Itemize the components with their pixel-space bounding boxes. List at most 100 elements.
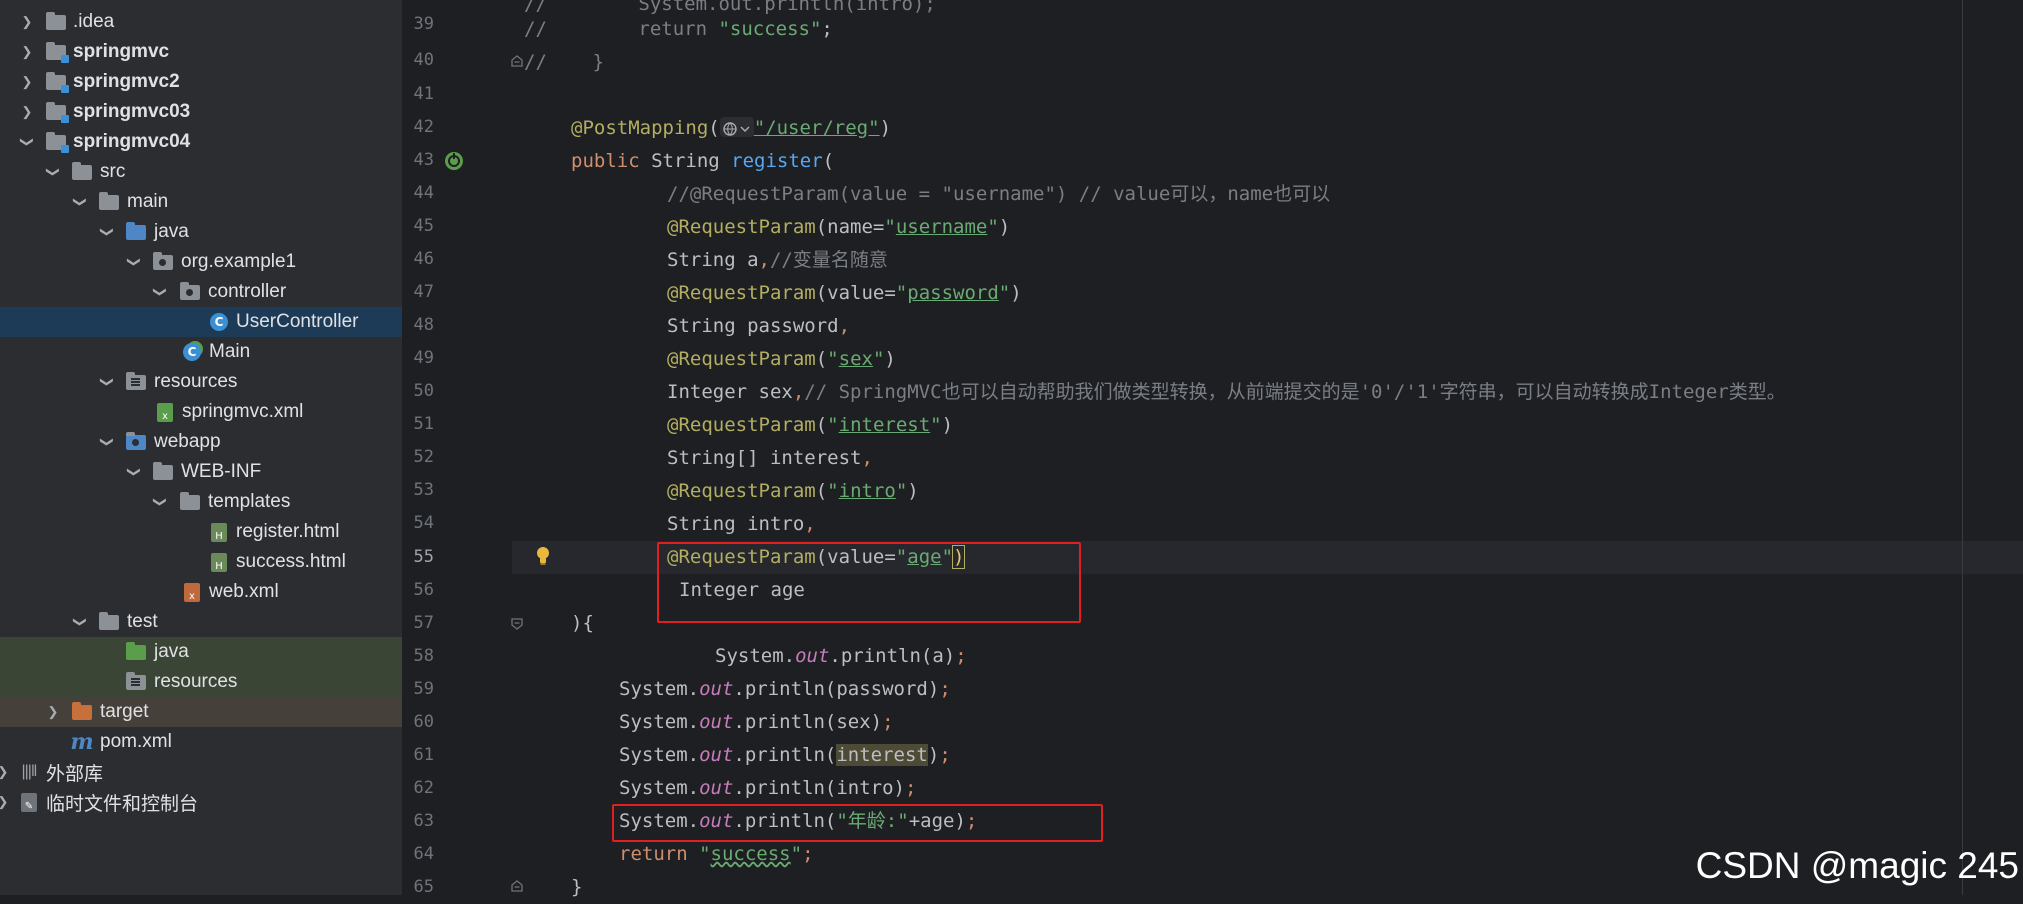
code-token: System. [619,777,700,799]
tree-item-label: java [154,221,189,242]
tree-item-org-example1[interactable]: ❯ org.example1 [0,247,402,277]
tree-item-resources[interactable]: ❯ resources [0,367,402,397]
tree-item-main[interactable]: ❯ main [0,187,402,217]
chevron-down-icon[interactable]: ❯ [153,285,168,299]
chevron-down-icon[interactable]: ❯ [127,465,142,479]
tree-item-springmvc-xml[interactable]: x springmvc.xml [0,397,402,427]
tree-item-success-html[interactable]: H success.html [0,547,402,577]
line-number: 39 [413,14,434,34]
code-token: ; [802,843,814,865]
code-token: .println( [733,744,837,766]
tree-item-label: springmvc04 [73,131,191,152]
tree-item-label: 临时文件和控制台 [46,793,199,815]
tree-item-test-resources[interactable]: resources [0,667,402,697]
tree-item-java[interactable]: ❯ java [0,217,402,247]
chevron-down-icon[interactable]: ❯ [20,135,35,149]
line-number: 60 [413,712,434,732]
code-token: " [872,348,885,370]
code-line-61: System.out.println(interest); [619,739,951,772]
chevron-right-icon[interactable]: ❯ [20,14,34,29]
url-globe-inlay-icon[interactable] [719,116,754,137]
code-token: //变量名随意 [769,249,888,271]
code-line-48: String password, [667,310,850,343]
code-token: (name= [815,216,885,238]
chevron-down-icon[interactable]: ❯ [100,435,115,449]
code-line-42: @PostMapping("/user/reg") [571,112,891,145]
folder-icon [179,491,201,513]
tree-item-idea[interactable]: ❯ .idea [0,7,402,37]
tree-item-label: .idea [73,11,115,32]
chevron-down-icon[interactable]: ❯ [153,495,168,509]
line-number: 45 [413,216,434,236]
code-line-40: // } [524,46,604,79]
excluded-folder-icon [71,701,93,723]
line-number: 58 [413,646,434,666]
code-token: out [699,777,734,799]
chevron-right-icon[interactable]: ❯ [46,704,60,719]
tree-item-src[interactable]: ❯ src [0,157,402,187]
spring-xml-icon: x [154,401,176,423]
code-token[interactable]: "/user/reg" [754,117,880,139]
tree-item-external-libraries[interactable]: ❯ |||‖ 外部库 [0,757,402,787]
code-token: register [731,150,823,172]
tree-item-main-class[interactable]: C Main [0,337,402,367]
chevron-down-icon[interactable]: ❯ [73,615,88,629]
line-number: 48 [413,315,434,335]
code-token: @RequestParam [667,348,816,370]
tree-item-test-java[interactable]: java [0,637,402,667]
tree-item-springmvc04[interactable]: ❯ springmvc04 [0,127,402,157]
tree-item-scratches[interactable]: ❯ ✎ 临时文件和控制台 [0,787,402,817]
class-icon: C [181,341,203,363]
tree-item-springmvc2[interactable]: ❯ springmvc2 [0,67,402,97]
chevron-right-icon[interactable]: ❯ [0,764,10,779]
tree-item-springmvc[interactable]: ❯ springmvc [0,37,402,67]
tree-item-templates[interactable]: ❯ templates [0,487,402,517]
chevron-right-icon[interactable]: ❯ [20,44,34,59]
tree-item-label: success.html [236,551,346,572]
tree-item-springmvc03[interactable]: ❯ springmvc03 [0,97,402,127]
chevron-down-icon[interactable]: ❯ [46,165,61,179]
code-token: " [987,216,999,238]
code-editor[interactable]: // System.out.println(intro); // return … [512,0,2023,898]
request-mapping-gutter-icon[interactable] [443,150,465,172]
tree-item-web-xml[interactable]: x web.xml [0,577,402,607]
chevron-down-icon[interactable]: ❯ [100,225,115,239]
chevron-right-icon[interactable]: ❯ [20,74,34,89]
tree-item-web-inf[interactable]: ❯ WEB-INF [0,457,402,487]
code-token: .println(sex) [733,711,883,733]
chevron-right-icon[interactable]: ❯ [0,794,10,809]
code-token: intro [838,480,896,502]
code-line-50: Integer sex,// SpringMVC也可以自动帮助我们做类型转换，从… [667,376,1786,409]
chevron-down-icon[interactable]: ❯ [127,255,142,269]
code-token: ) [879,117,892,139]
tree-item-webapp[interactable]: ❯ webapp [0,427,402,457]
line-number: 50 [413,381,434,401]
tree-item-controller[interactable]: ❯ controller [0,277,402,307]
code-token: .println(password) [733,678,940,700]
code-token: @RequestParam [667,216,816,238]
tree-item-pom-xml[interactable]: m pom.xml [0,727,402,757]
chevron-right-icon[interactable]: ❯ [20,104,34,119]
module-folder-icon [45,41,69,63]
folder-icon [152,461,174,483]
line-number: 55 [413,547,434,567]
code-token: @RequestParam [667,414,816,436]
code-token: String [651,150,732,172]
tree-item-target[interactable]: ❯ target [0,697,402,727]
chevron-down-icon[interactable]: ❯ [100,375,115,389]
code-token: " [790,843,803,865]
code-line-64: return "success"; [619,838,814,871]
code-token: " [827,348,839,370]
tree-item-test[interactable]: ❯ test [0,607,402,637]
tree-item-usercontroller[interactable]: C UserController [0,307,402,337]
resources-folder-icon [125,371,147,393]
code-token: out [699,744,734,766]
tree-item-label: templates [208,491,291,512]
code-token: ; [955,645,967,667]
tree-item-register-html[interactable]: H register.html [0,517,402,547]
tree-item-label: controller [208,281,287,302]
package-icon [179,281,201,303]
chevron-down-icon[interactable]: ❯ [73,195,88,209]
code-token: ; [939,744,951,766]
code-token: @RequestParam [667,480,816,502]
